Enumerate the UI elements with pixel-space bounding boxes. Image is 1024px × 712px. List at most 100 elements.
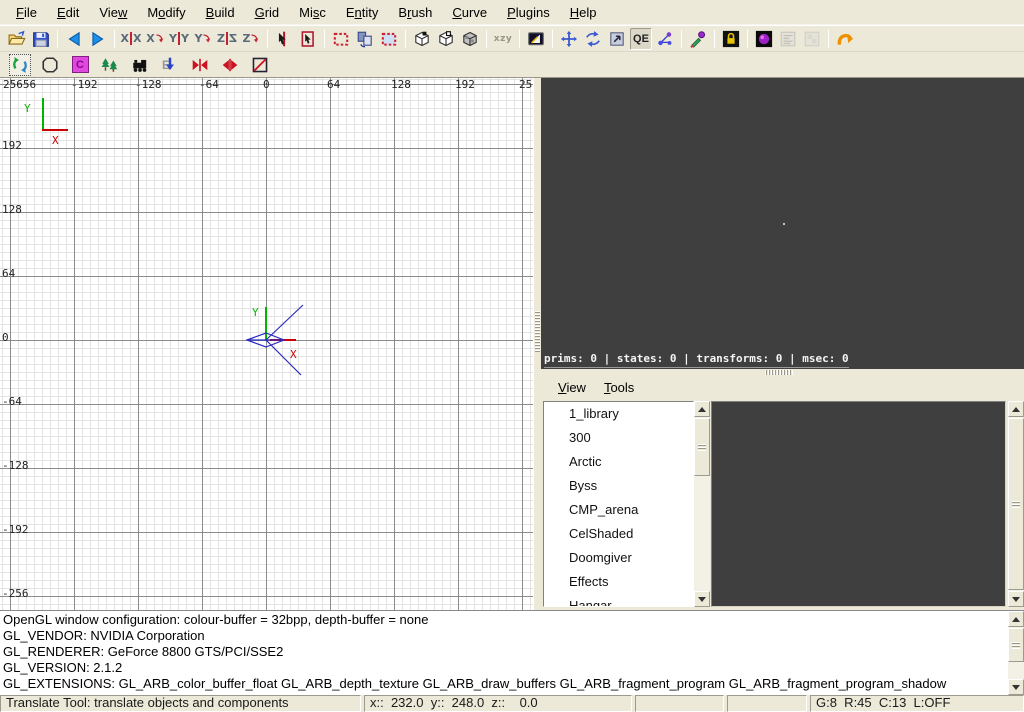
region-toggle-icon[interactable] [249,54,271,76]
flip-x-icon[interactable]: XX [120,28,142,50]
vertical-splitter-grip[interactable] [535,311,540,353]
airbrush-icon[interactable] [687,28,709,50]
toolbar-separator [114,30,115,48]
texture-folder-list[interactable]: 1_library300ArcticByssCMP_arenaCelShaded… [543,401,694,607]
menu-file[interactable]: File [6,2,47,23]
texture-folder-item[interactable]: CelShaded [544,522,693,546]
octagon-clip-icon[interactable] [39,54,61,76]
texture-lock-icon[interactable] [720,28,742,50]
vertical-splitter[interactable] [533,78,541,611]
texture-folder-item[interactable]: Arctic [544,450,693,474]
status-empty-1 [635,695,724,712]
entity-list-icon[interactable] [777,28,799,50]
entity-graph-icon[interactable] [654,28,676,50]
horizontal-splitter-grip[interactable] [765,370,793,375]
entity-drop-icon[interactable]: E [159,54,181,76]
status-bar: Translate Tool: translate objects and co… [0,695,1024,712]
horizontal-splitter[interactable] [541,369,1024,376]
texture-folder-item[interactable]: Byss [544,474,693,498]
console-line: GL_RENDERER: GeForce 8800 GTS/PCI/SSE2 [3,644,1007,660]
menu-edit[interactable]: Edit [47,2,89,23]
toolbar-secondary: CE [0,51,1024,77]
curve-tool-icon[interactable] [834,28,856,50]
menu-help[interactable]: Help [560,2,607,23]
list-scroll-up-button[interactable] [694,401,710,417]
monitor-icon[interactable] [525,28,547,50]
status-counters: G:8 R:45 C:13 L:OFF [810,695,1024,712]
origin-y-label: Y [252,306,259,319]
camera-3d-view[interactable]: prims: 0 | states: 0 | transforms: 0 | m… [541,78,1024,369]
menu-brush[interactable]: Brush [388,2,442,23]
axis-widget-x-label: X [52,134,59,147]
list-scroll-thumb[interactable] [694,418,710,476]
menu-build[interactable]: Build [196,2,245,23]
menu-plugins[interactable]: Plugins [497,2,560,23]
nav-forward-icon[interactable] [87,28,109,50]
cube-hollow-icon[interactable] [411,28,433,50]
texture-folder-item[interactable]: CMP_arena [544,498,693,522]
free-rotate-icon[interactable] [9,54,31,76]
texture-preview[interactable] [711,401,1006,607]
select-inside-icon[interactable] [297,28,319,50]
console-scroll-up-button[interactable] [1008,611,1024,627]
console-scroll-thumb[interactable] [1008,628,1024,662]
menu-grid[interactable]: Grid [245,2,290,23]
popup-window-icon[interactable] [606,28,628,50]
train-path-icon[interactable] [129,54,151,76]
texture-scroll-thumb[interactable] [1008,418,1024,590]
translate-arrows-icon[interactable] [558,28,580,50]
toolbar-separator [324,30,325,48]
nav-back-icon[interactable] [63,28,85,50]
texture-folder-item[interactable]: Doomgiver [544,546,693,570]
selection-filled-icon[interactable] [378,28,400,50]
menu-modify[interactable]: Modify [137,2,195,23]
cycle-views-icon[interactable] [582,28,604,50]
foliage-tool-icon[interactable] [99,54,121,76]
console-line: GL_VERSION: 2.1.2 [3,660,1007,676]
clone-selection-icon[interactable] [354,28,376,50]
open-icon[interactable] [6,28,28,50]
console[interactable]: OpenGL window configuration: colour-buff… [0,610,1024,695]
caulk-brush-icon[interactable]: C [69,54,91,76]
flip-y-icon[interactable]: YY [168,28,190,50]
merge-entities-icon[interactable] [189,54,211,76]
toolbar-separator [267,30,268,48]
texture-folder-item[interactable]: 300 [544,426,693,450]
texture-folder-item[interactable]: Hangar [544,594,693,607]
texture-folder-item[interactable]: 1_library [544,402,693,426]
flip-z-icon[interactable]: ZZ [216,28,238,50]
cube-open-icon[interactable] [435,28,457,50]
menu-view[interactable]: View [89,2,137,23]
texture-panel-menu-tools[interactable]: Tools [595,377,643,398]
menu-entity[interactable]: Entity [336,2,389,23]
menu-misc[interactable]: Misc [289,2,336,23]
views-xyz-icon[interactable]: xzy [492,28,514,50]
split-entities-icon[interactable] [219,54,241,76]
selection-outline-icon[interactable] [330,28,352,50]
rotate-x-icon[interactable]: X [144,28,166,50]
list-scrollbar[interactable] [694,401,710,607]
status-tool: Translate Tool: translate objects and co… [0,695,361,712]
texture-scroll-down-button[interactable] [1008,591,1024,607]
patch-grid-icon[interactable] [801,28,823,50]
qe-toggle-icon[interactable]: QE [630,28,652,50]
cube-textured-icon[interactable] [459,28,481,50]
console-scroll-down-button[interactable] [1008,679,1024,695]
texture-scroll-up-button[interactable] [1008,401,1024,417]
save-icon[interactable] [30,28,52,50]
menu-curve[interactable]: Curve [442,2,497,23]
toolbar-separator [714,30,715,48]
arrow-up-icon [1012,617,1020,622]
texture-folder-item[interactable]: Effects [544,570,693,594]
rotate-y-icon[interactable]: Y [192,28,214,50]
select-touching-icon[interactable] [273,28,295,50]
console-scrollbar[interactable] [1008,611,1024,695]
grid-2d-view[interactable]: Y X Y X 25656-192-128-64064128192256 192… [0,78,533,611]
toolbar-separator [828,30,829,48]
light-sphere-icon[interactable] [753,28,775,50]
texture-scrollbar[interactable] [1008,401,1024,607]
toolbar-separator [747,30,748,48]
texture-panel-menu-view[interactable]: View [549,377,595,398]
list-scroll-down-button[interactable] [694,591,710,607]
rotate-z-icon[interactable]: Z [240,28,262,50]
